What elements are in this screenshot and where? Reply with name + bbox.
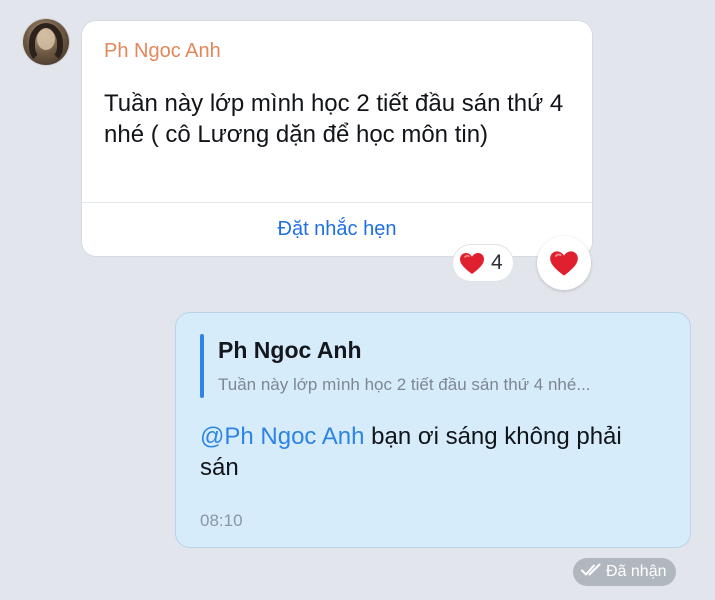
message-time: 08:10 [200, 511, 243, 530]
avatar-face [37, 28, 55, 50]
sender-avatar[interactable] [23, 19, 69, 65]
reaction-summary[interactable]: 4 [453, 245, 513, 281]
quote-bar [200, 334, 204, 398]
add-reaction-button[interactable] [537, 236, 591, 290]
sender-name[interactable]: Ph Ngoc Anh [104, 40, 221, 63]
received-message-bubble[interactable]: Ph Ngoc Anh Tuần này lớp mình học 2 tiết… [82, 21, 592, 256]
heart-icon [549, 250, 579, 277]
sent-message-text: @Ph Ngoc Anh bạn ơi sáng không phải sán [200, 421, 660, 483]
user-mention[interactable]: @Ph Ngoc Anh [200, 423, 364, 450]
received-message-text: Tuần này lớp mình học 2 tiết đầu sán thứ… [104, 90, 564, 148]
heart-icon [459, 252, 485, 275]
delivery-status-badge: Đã nhận [573, 558, 676, 586]
delivery-status-label: Đã nhận [606, 563, 667, 580]
quoted-message-text[interactable]: Tuần này lớp mình học 2 tiết đầu sán thứ… [218, 375, 658, 395]
sent-message-bubble[interactable]: Ph Ngoc Anh Tuần này lớp mình học 2 tiết… [176, 313, 690, 547]
set-reminder-button[interactable]: Đặt nhắc hẹn [82, 203, 592, 256]
reaction-count: 4 [491, 251, 503, 274]
double-check-icon [581, 563, 601, 582]
quoted-sender-name[interactable]: Ph Ngoc Anh [218, 337, 362, 364]
